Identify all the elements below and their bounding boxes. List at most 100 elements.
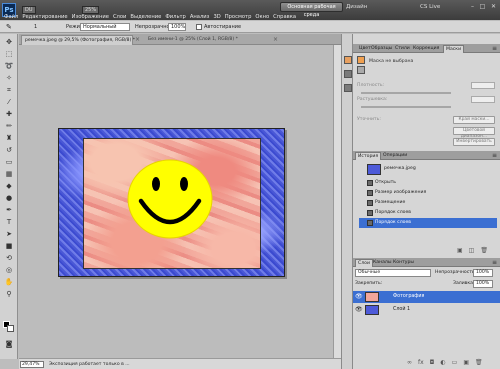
tab-adjustments[interactable]: Коррекция xyxy=(411,45,441,53)
document-tabs: ремечка.jpeg @ 29,5% (Фотография, RGB/8)… xyxy=(19,34,341,45)
invert-button[interactable]: Инвертировать xyxy=(453,138,495,146)
healing-tool-icon[interactable]: ✚ xyxy=(4,110,14,119)
feather-slider[interactable] xyxy=(361,106,451,108)
history-item[interactable]: Размер изображения xyxy=(359,188,497,198)
menu-window[interactable]: Окно xyxy=(253,13,271,21)
3d-rotate-tool-icon[interactable]: ⟲ xyxy=(4,254,14,263)
layer-row[interactable]: 👁 Фотография xyxy=(353,291,500,303)
layer-opacity-input[interactable]: 100% xyxy=(473,269,493,277)
new-snapshot-icon[interactable]: ◫ xyxy=(469,246,475,255)
layer-row[interactable]: 👁 Слой 1 xyxy=(353,304,500,316)
tab-swatches[interactable]: Образцы xyxy=(369,45,394,53)
tab-untitled[interactable]: Без имени-1 @ 25% (Слой 1, RGB/8) * xyxy=(145,35,271,45)
type-tool-icon[interactable]: T xyxy=(4,218,14,227)
hand-tool-icon[interactable]: ✋ xyxy=(4,278,14,287)
panel-menu-icon[interactable]: ≡ xyxy=(492,152,497,159)
minimize-icon[interactable]: – xyxy=(468,3,477,11)
menu-image[interactable]: Изображение xyxy=(70,13,111,21)
menu-file[interactable]: Файл xyxy=(2,13,20,21)
eye-icon[interactable]: 👁 xyxy=(355,307,363,313)
tab-close-icon[interactable]: × xyxy=(273,36,278,44)
menu-view[interactable]: Просмотр xyxy=(223,13,254,21)
tab-styles[interactable]: Стили xyxy=(393,45,412,53)
shape-tool-icon[interactable]: ■ xyxy=(4,242,14,251)
trash-icon[interactable]: 🗑 xyxy=(475,358,483,367)
history-panel-icon[interactable] xyxy=(344,56,352,64)
menu-help[interactable]: Справка xyxy=(271,13,298,21)
vertical-scrollbar[interactable] xyxy=(333,45,341,358)
adjustment-layer-icon[interactable]: ◐ xyxy=(440,358,445,367)
layer-mask-icon[interactable]: ◘ xyxy=(430,358,435,367)
pencil-tool-icon[interactable]: ✎ xyxy=(6,23,12,31)
panel-menu-icon[interactable]: ≡ xyxy=(492,45,497,52)
brush-tool-icon[interactable]: ✏ xyxy=(4,122,14,131)
tab-paths[interactable]: Контуры xyxy=(391,259,416,267)
blur-tool-icon[interactable]: ◆ xyxy=(4,182,14,191)
blend-mode-select[interactable]: Обычные xyxy=(355,269,431,277)
fill-input[interactable]: 100% xyxy=(473,280,493,288)
panel-menu-icon[interactable]: ≡ xyxy=(492,259,497,266)
menu-edit[interactable]: Редактирование xyxy=(20,13,69,21)
layers-panel-icon[interactable] xyxy=(344,84,352,92)
gradient-tool-icon[interactable]: ▦ xyxy=(4,170,14,179)
stamp-tool-icon[interactable]: ♜ xyxy=(4,134,14,143)
close-icon[interactable]: ✕ xyxy=(489,3,498,11)
cs-live-button[interactable]: CS Live xyxy=(420,2,440,12)
color-range-button[interactable]: Цветовой диапазон... xyxy=(453,127,495,139)
maximize-icon[interactable]: □ xyxy=(478,3,487,11)
new-group-icon[interactable]: ▭ xyxy=(452,358,458,367)
background-color-swatch[interactable] xyxy=(7,325,14,332)
move-tool-icon[interactable]: ✥ xyxy=(4,38,14,47)
menu-layers[interactable]: Слои xyxy=(111,13,128,21)
trash-icon[interactable]: 🗑 xyxy=(480,246,488,255)
swatches-panel-icon[interactable] xyxy=(344,70,352,78)
brush-size-value[interactable]: 1 xyxy=(34,23,37,31)
layer-style-icon[interactable]: fx xyxy=(418,358,424,367)
quick-mask-icon[interactable]: ◙ xyxy=(4,340,14,349)
mask-pixel-icon[interactable] xyxy=(357,56,365,64)
tab-masks[interactable]: Маски xyxy=(443,45,465,53)
mask-vector-icon[interactable] xyxy=(357,66,365,74)
refine-label: Уточнить: xyxy=(357,117,381,122)
menu-filter[interactable]: Фильтр xyxy=(163,13,188,21)
opacity-input[interactable]: 100% xyxy=(168,23,186,31)
mode-select[interactable]: Нормальный xyxy=(80,23,130,31)
workspace-button[interactable]: Основная рабочая среда xyxy=(280,2,343,18)
history-item[interactable]: Порядок слоев xyxy=(359,208,497,218)
quick-select-tool-icon[interactable]: ✧ xyxy=(4,74,14,83)
tab-remechka[interactable]: ремечка.jpeg @ 29,5% (Фотография, RGB/8)… xyxy=(21,35,135,45)
lasso-tool-icon[interactable]: ➰ xyxy=(4,62,14,71)
menu-3d[interactable]: 3D xyxy=(211,13,222,21)
zoom-tool-icon[interactable]: ⚲ xyxy=(4,290,14,299)
density-slider[interactable] xyxy=(361,92,451,94)
history-snapshot[interactable]: ремечка.jpeg xyxy=(359,162,497,178)
pen-tool-icon[interactable]: ✒ xyxy=(4,206,14,215)
mask-edge-button[interactable]: Край маски... xyxy=(453,116,495,124)
eye-icon[interactable]: 👁 xyxy=(355,294,363,300)
history-brush-tool-icon[interactable]: ↺ xyxy=(4,146,14,155)
zoom-field[interactable]: 29,47% xyxy=(20,361,44,368)
eyedropper-tool-icon[interactable]: ⁄ xyxy=(4,98,14,107)
feather-field[interactable] xyxy=(471,96,495,103)
new-document-icon[interactable]: ▣ xyxy=(457,246,463,255)
dodge-tool-icon[interactable]: ● xyxy=(4,194,14,203)
history-item-label: Размер изображения xyxy=(375,190,427,195)
history-item-selected[interactable]: Порядок слоев xyxy=(359,218,497,228)
link-layers-icon[interactable]: ∞ xyxy=(407,358,412,367)
marquee-tool-icon[interactable]: ⬚ xyxy=(4,50,14,59)
design-workspace-link[interactable]: Дизайн xyxy=(346,2,367,12)
auto-erase-checkbox[interactable] xyxy=(196,24,202,30)
history-item[interactable]: Открыть xyxy=(359,178,497,188)
path-select-tool-icon[interactable]: ➤ xyxy=(4,230,14,239)
history-item[interactable]: Размещение xyxy=(359,198,497,208)
tab-actions[interactable]: Операции xyxy=(381,152,409,160)
new-layer-icon[interactable]: ▣ xyxy=(463,358,469,367)
density-field[interactable] xyxy=(471,82,495,89)
crop-tool-icon[interactable]: ⌗ xyxy=(4,86,14,95)
tab-history[interactable]: История xyxy=(355,152,382,160)
3d-camera-tool-icon[interactable]: ◎ xyxy=(4,266,14,275)
tab-close-icon[interactable]: × xyxy=(135,36,140,44)
menu-select[interactable]: Выделение xyxy=(128,13,163,21)
menu-analysis[interactable]: Анализ xyxy=(188,13,212,21)
eraser-tool-icon[interactable]: ▭ xyxy=(4,158,14,167)
